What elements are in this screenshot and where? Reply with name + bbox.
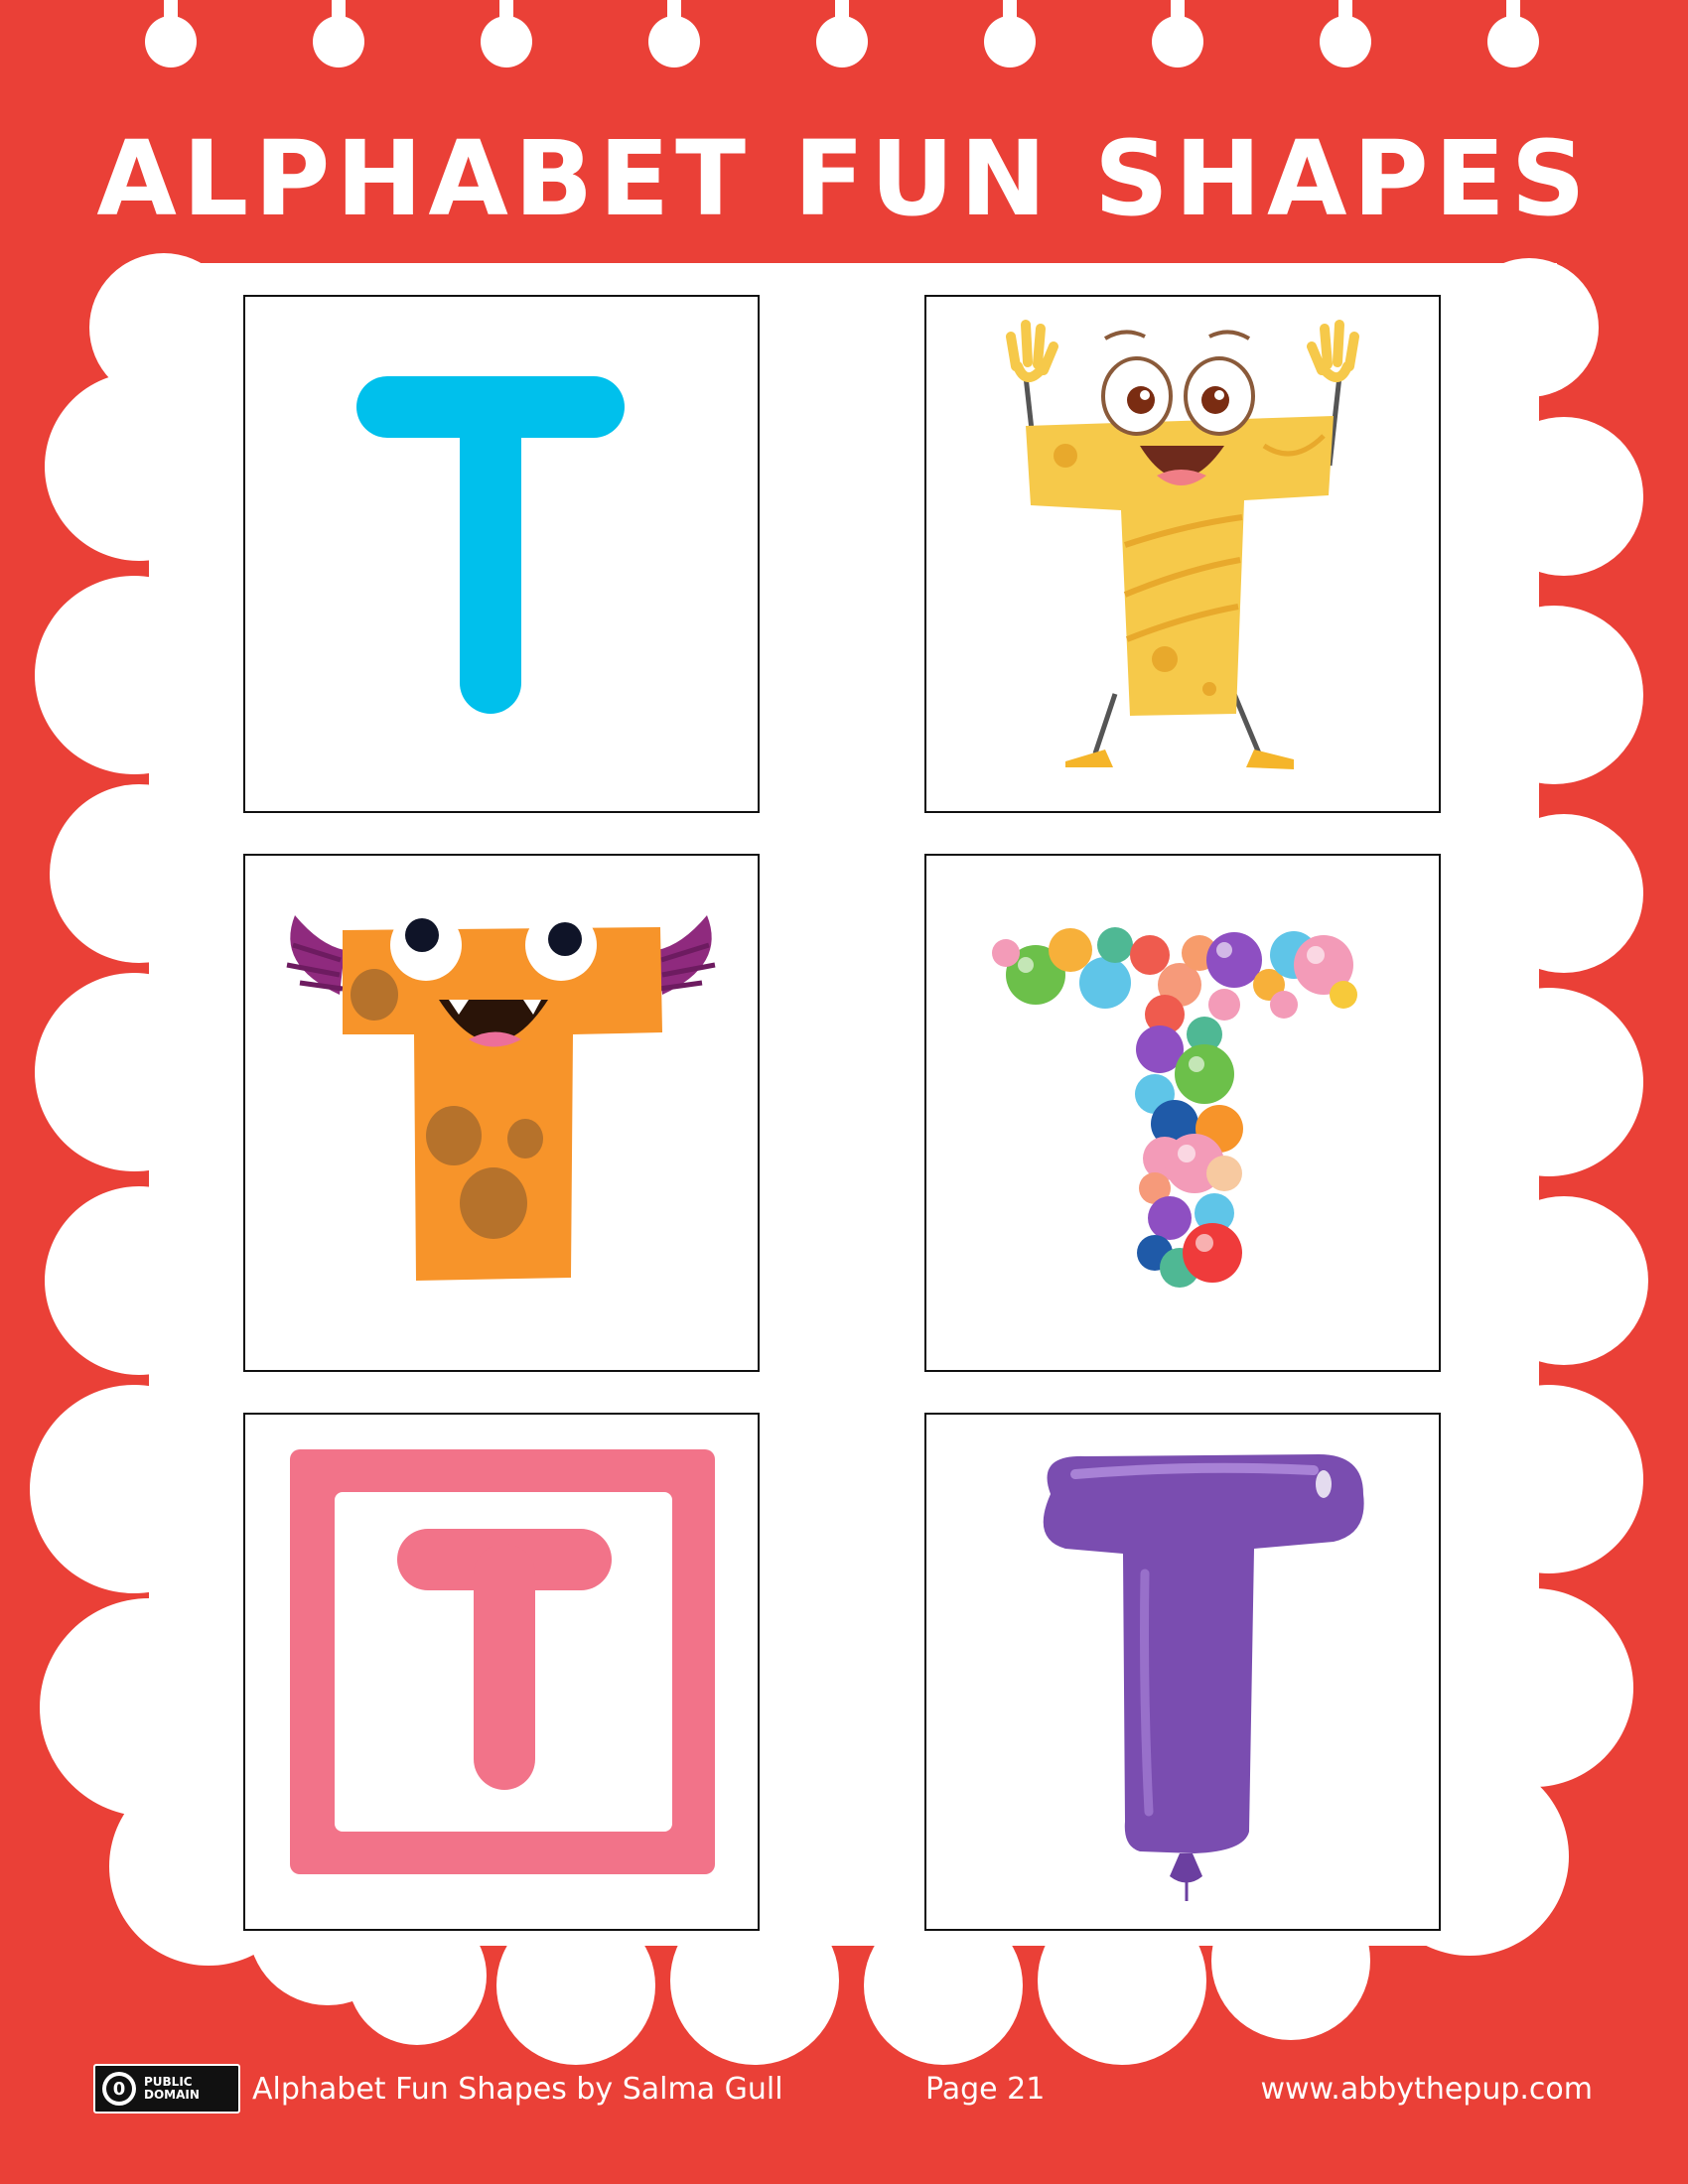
plain-t-letter-icon <box>356 376 625 714</box>
page-number: Page 21 <box>925 2072 1046 2107</box>
bubble-t-letter-icon <box>992 927 1357 1288</box>
website-link[interactable]: www.abbythepup.com <box>1260 2070 1593 2110</box>
card-cheese-character-letter[interactable] <box>924 295 1441 813</box>
credit-text: Alphabet Fun Shapes by Salma Gull <box>252 2072 783 2107</box>
license-text: PUBLIC DOMAIN <box>144 2076 200 2102</box>
footer: 0 PUBLIC DOMAIN Alphabet Fun Shapes by S… <box>0 2060 1688 2119</box>
license-line-2: DOMAIN <box>144 2088 200 2102</box>
monster-t-character-icon <box>286 909 716 1281</box>
card-bubble-letter[interactable] <box>924 854 1441 1372</box>
card-pink-framed-letter[interactable] <box>243 1413 760 1931</box>
license-zero: 0 <box>106 2076 132 2102</box>
cheese-t-character-icon <box>1006 320 1359 769</box>
balloon-t-letter-icon <box>1043 1454 1364 1901</box>
card-purple-balloon-letter[interactable] <box>924 1413 1441 1931</box>
public-domain-icon[interactable]: 0 PUBLIC DOMAIN <box>93 2064 240 2114</box>
framed-t-letter-icon <box>290 1449 715 1874</box>
zero-icon: 0 <box>102 2072 136 2106</box>
card-orange-monster-letter[interactable] <box>243 854 760 1372</box>
card-plain-blue-letter[interactable] <box>243 295 760 813</box>
